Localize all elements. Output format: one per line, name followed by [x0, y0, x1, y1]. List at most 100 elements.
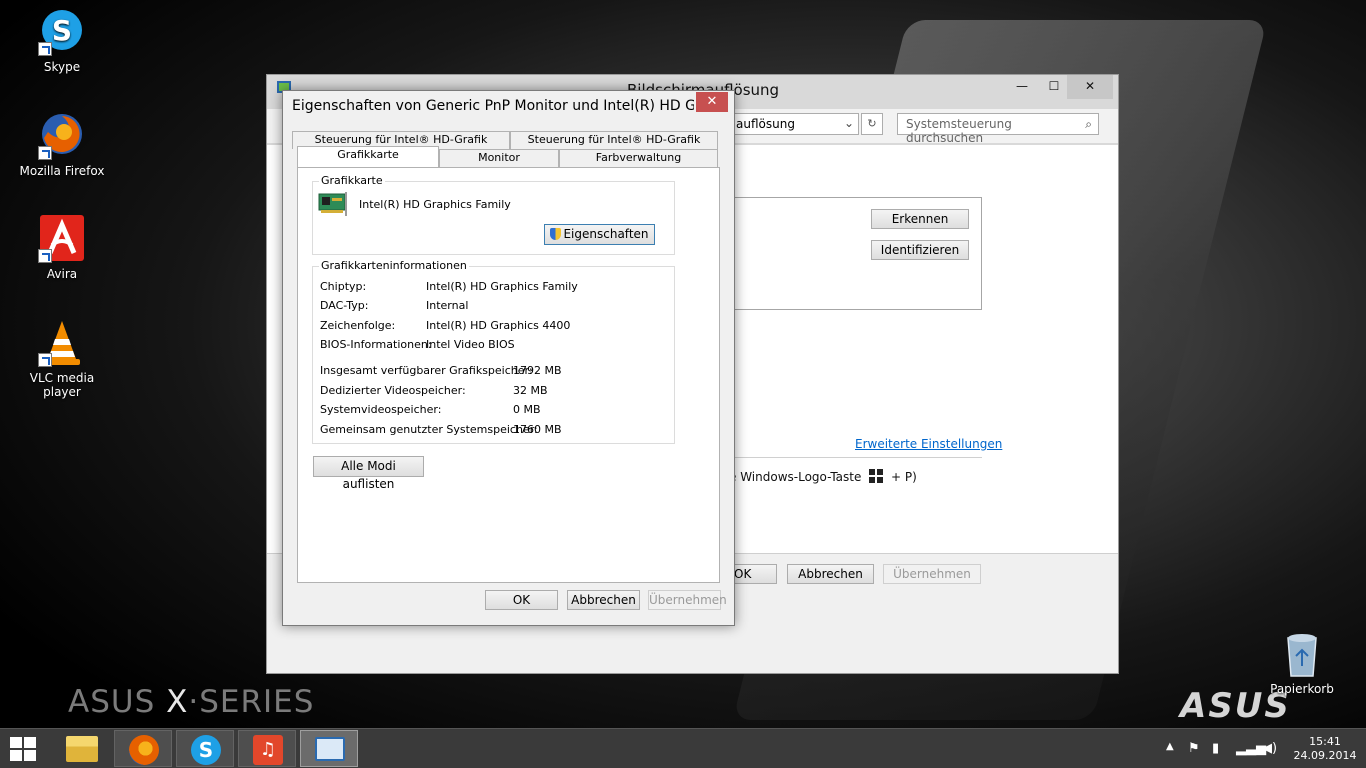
desktop-icon-label: VLC media player: [29, 371, 95, 399]
windows-logo-tile: [24, 750, 36, 761]
info-row-adapter-string: Zeichenfolge:: [320, 319, 395, 332]
list-all-modes-button[interactable]: Alle Modi auflisten: [313, 456, 424, 491]
taskbar-display-settings[interactable]: [300, 730, 358, 767]
desktop-icon-label: Papierkorb: [1270, 682, 1334, 696]
show-hidden-icons-icon[interactable]: ▲: [1166, 741, 1174, 752]
info-label: Zeichenfolge:: [320, 319, 396, 332]
dialog-apply-button: Übernehmen: [648, 590, 727, 610]
apply-button: Übernehmen: [883, 564, 981, 584]
tab-intel-graphics-control-2[interactable]: Steuerung für Intel® HD-Grafik: [510, 131, 718, 149]
shortcut-arrow-icon: [38, 146, 52, 160]
desktop-icon-recycle-bin[interactable]: Papierkorb: [1252, 630, 1352, 696]
taskbar-headphones-app[interactable]: ♫: [238, 730, 296, 767]
search-placeholder: Systemsteuerung durchsuchen: [906, 117, 1012, 145]
address-combo[interactable]: auflösung ⌄: [729, 113, 859, 135]
windows-logo-tile: [10, 737, 22, 748]
info-row-chip-type: Chiptyp:: [320, 280, 366, 293]
headphones-app-icon: ♫: [253, 735, 283, 765]
adapter-groupbox: Grafikkarte Intel(R) HD Graphics Family …: [312, 174, 675, 255]
brand-series-text: ·SERIES: [188, 684, 315, 720]
dialog-titlebar: Eigenschaften von Generic PnP Monitor un…: [283, 91, 734, 121]
identify-button[interactable]: Identifizieren: [871, 240, 969, 260]
dialog-title: Eigenschaften von Generic PnP Monitor un…: [292, 98, 694, 114]
brand-asus-text: ASUS: [68, 684, 156, 720]
info-group-label: Grafikkarteninformationen: [319, 259, 469, 272]
hint-text: e Windows-Logo-Taste: [729, 470, 862, 484]
shortcut-arrow-icon: [38, 353, 52, 367]
memory-value: 1760 MB: [513, 423, 562, 436]
tab-row-front: Grafikkarte Monitor Farbverwaltung: [297, 146, 718, 167]
desktop-icon-label: Skype: [43, 60, 81, 74]
file-explorer-icon: [66, 736, 98, 762]
desktop-icon-firefox[interactable]: Mozilla Firefox: [12, 112, 112, 178]
divider: [731, 457, 982, 458]
volume-icon[interactable]: ◀): [1262, 741, 1277, 756]
minimize-button[interactable]: —: [1007, 75, 1037, 99]
clock-time: 15:41: [1309, 735, 1341, 748]
tab-color-management[interactable]: Farbverwaltung: [559, 149, 718, 167]
memory-value: 0 MB: [513, 403, 541, 416]
info-label: DAC-Typ:: [320, 299, 369, 312]
desktop-icon-skype[interactable]: S Skype: [12, 8, 112, 74]
adapter-info-groupbox: Grafikkarteninformationen Chiptyp: Intel…: [312, 259, 675, 444]
memory-label: Dedizierter Videospeicher:: [320, 384, 466, 397]
action-center-flag-icon[interactable]: ⚑: [1188, 741, 1200, 756]
info-value: Internal: [426, 299, 469, 312]
memory-row-total: Insgesamt verfügbarer Grafikspeicher:: [320, 364, 533, 377]
adapter-properties-button[interactable]: Eigenschaften: [544, 224, 655, 245]
info-row-bios: BIOS-Informationen:: [320, 338, 432, 351]
info-value: Intel(R) HD Graphics Family: [426, 280, 578, 293]
brand-x-text: X: [166, 684, 189, 720]
desktop-icon-label: Avira: [46, 267, 78, 281]
dialog-close-button[interactable]: ✕: [696, 92, 728, 112]
memory-label: Gemeinsam genutzter Systemspeicher:: [320, 423, 538, 436]
windows-logo-icon: [869, 469, 884, 483]
detect-button[interactable]: Erkennen: [871, 209, 969, 229]
graphics-card-icon: [318, 190, 348, 218]
vlc-icon: [38, 319, 86, 367]
battery-icon[interactable]: ▮: [1212, 741, 1219, 756]
hint-suffix: + P): [891, 470, 917, 484]
info-label: Chiptyp:: [320, 280, 367, 293]
start-button[interactable]: [10, 737, 38, 761]
taskbar-file-explorer[interactable]: [52, 730, 110, 767]
taskbar-clock[interactable]: 15:41 24.09.2014: [1290, 735, 1360, 763]
desktop-icon-avira[interactable]: Avira: [12, 215, 112, 281]
memory-label: Systemvideospeicher:: [320, 403, 442, 416]
display-settings-icon: [315, 737, 345, 761]
refresh-icon[interactable]: ↻: [861, 113, 883, 135]
taskbar-firefox[interactable]: [114, 730, 172, 767]
info-label: BIOS-Informationen:: [320, 338, 432, 351]
shortcut-arrow-icon: [38, 42, 52, 56]
skype-icon: S: [38, 8, 86, 56]
svg-text:S: S: [52, 14, 72, 47]
memory-row-dedicated: Dedizierter Videospeicher:: [320, 384, 466, 397]
tab-adapter[interactable]: Grafikkarte: [297, 146, 439, 167]
dialog-cancel-button[interactable]: Abbrechen: [567, 590, 640, 610]
tab-monitor[interactable]: Monitor: [439, 149, 559, 167]
properties-button-label: Eigenschaften: [563, 227, 649, 241]
adapter-properties-dialog: Eigenschaften von Generic PnP Monitor un…: [282, 90, 735, 626]
info-value: Intel(R) HD Graphics 4400: [426, 319, 571, 332]
firefox-icon: [38, 112, 86, 160]
desktop-icon-vlc[interactable]: VLC media player: [12, 319, 112, 399]
adapter-tab-panel: Grafikkarte Intel(R) HD Graphics Family …: [297, 167, 720, 583]
advanced-settings-link[interactable]: Erweiterte Einstellungen: [855, 437, 1002, 451]
shortcut-arrow-icon: [38, 249, 52, 263]
windows-logo-tile: [10, 750, 22, 761]
avira-icon: [38, 215, 86, 263]
maximize-button[interactable]: ☐: [1039, 75, 1069, 99]
skype-icon: S: [191, 735, 221, 765]
dialog-ok-button[interactable]: OK: [485, 590, 558, 610]
info-value: Intel Video BIOS: [426, 338, 515, 351]
memory-value: 32 MB: [513, 384, 548, 397]
close-button[interactable]: ✕: [1067, 75, 1113, 99]
wallpaper-brand-xseries: ASUS X·SERIES: [68, 684, 314, 720]
search-icon: ⌕: [1085, 117, 1092, 131]
cancel-button[interactable]: Abbrechen: [787, 564, 874, 584]
adapter-group-label: Grafikkarte: [319, 174, 385, 187]
address-value: auflösung: [736, 117, 795, 131]
search-input[interactable]: Systemsteuerung durchsuchen ⌕: [897, 113, 1099, 145]
taskbar-skype[interactable]: S: [176, 730, 234, 767]
chevron-down-icon: ⌄: [843, 116, 854, 130]
